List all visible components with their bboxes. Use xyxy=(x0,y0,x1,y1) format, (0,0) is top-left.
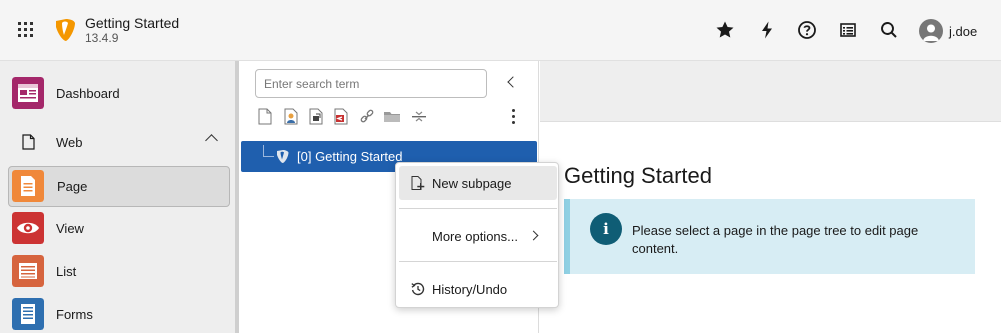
ctx-history-undo[interactable]: History/Undo xyxy=(399,272,557,306)
module-label: List xyxy=(56,264,77,279)
tree-search-input[interactable] xyxy=(255,69,487,98)
document-icon xyxy=(22,134,35,150)
ctx-item-label: More options... xyxy=(432,229,518,244)
module-group-label: Web xyxy=(56,135,83,150)
new-subpage-icon xyxy=(411,176,425,190)
typo3-root-icon[interactable] xyxy=(276,149,290,164)
module-forms[interactable]: Forms xyxy=(8,294,230,333)
dashboard-icon xyxy=(12,77,44,109)
app-grid-icon[interactable] xyxy=(18,22,36,40)
version-label: 13.4.9 xyxy=(85,31,119,45)
chevron-right-icon xyxy=(528,230,539,241)
star-icon[interactable] xyxy=(715,20,735,40)
tree-node-label: [0] Getting Started xyxy=(297,149,403,164)
user-avatar-icon[interactable] xyxy=(919,19,943,43)
module-group-web[interactable]: Web xyxy=(8,124,230,160)
topbar: Getting Started 13.4.9 j.doe xyxy=(0,0,1001,61)
page-title: Getting Started xyxy=(564,163,712,188)
view-eye-icon xyxy=(12,212,44,244)
content-docheader xyxy=(540,61,1001,122)
forms-icon xyxy=(12,298,44,330)
context-menu: New subpage More options... History/Undo xyxy=(395,162,559,308)
list-icon[interactable] xyxy=(838,20,858,40)
separator-icon[interactable] xyxy=(411,108,427,125)
search-icon[interactable] xyxy=(879,20,899,40)
module-list[interactable]: List xyxy=(8,251,230,292)
new-page-with-user-icon[interactable] xyxy=(283,108,299,125)
typo3-logo-icon[interactable] xyxy=(54,17,78,43)
info-callout: i Please select a page in the page tree … xyxy=(564,199,975,274)
ctx-more-options[interactable]: More options... xyxy=(399,219,557,253)
page-icon xyxy=(12,170,44,202)
folder-icon[interactable] xyxy=(383,108,401,125)
tree-more-options-icon[interactable] xyxy=(512,109,516,125)
tree-connector xyxy=(263,145,274,157)
user-name[interactable]: j.doe xyxy=(949,24,977,39)
module-dashboard[interactable]: Dashboard xyxy=(8,73,230,114)
ctx-divider xyxy=(399,261,557,262)
info-icon: i xyxy=(590,213,622,245)
module-label: View xyxy=(56,221,84,236)
module-view[interactable]: View xyxy=(8,208,230,249)
link-icon[interactable] xyxy=(359,108,375,125)
ctx-item-label: New subpage xyxy=(432,176,512,191)
module-label: Forms xyxy=(56,307,93,322)
link-to-external-url-icon[interactable] xyxy=(308,108,324,125)
ctx-divider xyxy=(399,208,557,209)
ctx-new-subpage[interactable]: New subpage xyxy=(399,166,557,200)
site-name[interactable]: Getting Started xyxy=(85,15,179,31)
module-label: Page xyxy=(57,179,88,194)
module-label: Dashboard xyxy=(56,86,120,101)
module-page[interactable]: Page xyxy=(8,166,230,207)
info-message: Please select a page in the page tree to… xyxy=(632,223,919,256)
shortcut-icon[interactable] xyxy=(333,108,349,125)
collapse-tree-icon[interactable] xyxy=(507,76,519,88)
module-menu: Dashboard Web Page View List Forms xyxy=(0,61,235,333)
lightning-icon[interactable] xyxy=(757,20,777,40)
ctx-item-label: History/Undo xyxy=(432,282,508,297)
list-module-icon xyxy=(12,255,44,287)
new-page-icon[interactable] xyxy=(257,108,273,125)
chevron-up-icon[interactable] xyxy=(205,134,218,147)
content-area: Getting Started i Please select a page i… xyxy=(540,122,1001,333)
help-icon[interactable] xyxy=(797,20,817,40)
history-icon xyxy=(411,282,425,296)
